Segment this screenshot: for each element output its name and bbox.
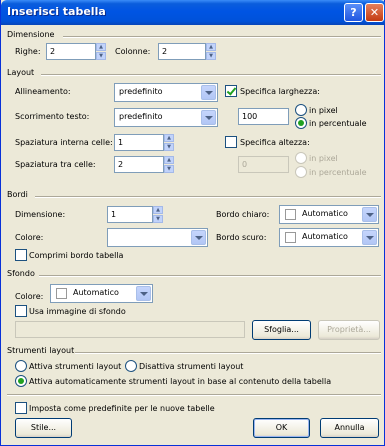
spaziatura-interna-spinner[interactable]: ▲ ▼ <box>164 134 174 151</box>
chevron-down-icon[interactable] <box>201 85 216 100</box>
bordo-scuro-select[interactable]: Automatico <box>279 228 379 247</box>
comprimi-bordo-checkbox[interactable] <box>15 249 27 261</box>
disattiva-strumenti-radio[interactable] <box>125 360 137 372</box>
specifica-larghezza-label: Specifica larghezza: <box>240 87 320 96</box>
bordi-dimensione-input[interactable]: 1 <box>107 206 153 223</box>
usa-immagine-label: Usa immagine di sfondo <box>29 307 126 316</box>
comprimi-bordo-label: Comprimi bordo tabella <box>29 251 124 260</box>
imposta-predefinite-checkbox[interactable] <box>15 402 27 414</box>
righe-label: Righe: <box>15 47 41 56</box>
color-swatch <box>56 288 67 299</box>
altezza-in-percentuale-radio[interactable] <box>295 166 307 178</box>
colonne-input[interactable]: 2 <box>158 43 206 60</box>
proprieta-button[interactable]: Proprietà... <box>318 320 380 340</box>
altezza-input[interactable]: 0 <box>238 156 289 173</box>
usa-immagine-checkbox[interactable] <box>15 305 27 317</box>
attiva-strumenti-label: Attiva strumenti layout <box>29 362 122 371</box>
ok-button[interactable]: OK <box>253 418 310 438</box>
bordo-chiaro-label: Bordo chiaro: <box>216 210 270 219</box>
divider <box>35 196 381 198</box>
bordi-colore-select[interactable] <box>107 228 208 247</box>
allineamento-label: Allineamento: <box>15 87 71 96</box>
divider <box>7 394 381 396</box>
section-sfondo-title: Sfondo <box>7 269 35 278</box>
section-layout-title: Layout <box>7 68 35 77</box>
bordi-dimensione-spinner[interactable]: ▲ ▼ <box>153 206 163 223</box>
larghezza-in-pixel-label: in pixel <box>309 106 338 115</box>
larghezza-in-percentuale-radio[interactable] <box>295 117 307 129</box>
altezza-in-percentuale-label: in percentuale <box>309 168 367 177</box>
section-bordi-title: Bordi <box>7 190 28 199</box>
help-button[interactable]: ? <box>344 3 363 22</box>
color-swatch <box>285 209 296 220</box>
righe-input[interactable]: 2 <box>46 43 96 60</box>
sfondo-colore-select[interactable]: Automatico <box>50 284 153 303</box>
attiva-strumenti-radio[interactable] <box>15 360 27 372</box>
chevron-down-icon[interactable] <box>136 286 151 301</box>
divider <box>75 352 381 354</box>
sfoglia-button[interactable]: Sfoglia... <box>252 320 311 340</box>
divider <box>63 36 381 38</box>
insert-table-dialog: Inserisci tabella ? ✕ Dimensione Righe: … <box>0 0 385 446</box>
scorrimento-select[interactable]: predefinito <box>114 108 218 127</box>
close-button[interactable]: ✕ <box>365 3 384 22</box>
spaziatura-interna-label: Spaziatura interna celle: <box>15 138 113 147</box>
divider <box>39 275 381 277</box>
section-strumenti-title: Strumenti layout <box>7 346 75 355</box>
chevron-down-icon[interactable] <box>201 110 216 125</box>
spaziatura-tra-label: Spaziatura tra celle: <box>15 160 96 169</box>
bordi-colore-label: Colore: <box>15 233 44 242</box>
larghezza-in-percentuale-label: in percentuale <box>309 119 367 128</box>
spaziatura-tra-input[interactable]: 2 <box>114 156 164 173</box>
spaziatura-tra-spinner[interactable]: ▲ ▼ <box>164 156 174 173</box>
larghezza-in-pixel-radio[interactable] <box>295 104 307 116</box>
attiva-auto-strumenti-radio[interactable] <box>15 375 27 387</box>
bordo-scuro-label: Bordo scuro: <box>216 233 267 242</box>
colonne-label: Colonne: <box>115 47 151 56</box>
disattiva-strumenti-label: Disattiva strumenti layout <box>139 362 244 371</box>
colonne-spinner[interactable]: ▲ ▼ <box>206 43 216 60</box>
specifica-altezza-checkbox[interactable] <box>225 136 237 148</box>
larghezza-input[interactable]: 100 <box>238 108 289 125</box>
divider <box>41 74 381 76</box>
stile-button[interactable]: Stile... <box>15 418 72 438</box>
specifica-larghezza-checkbox[interactable] <box>225 85 237 97</box>
bordo-chiaro-select[interactable]: Automatico <box>279 205 379 224</box>
bordi-dimensione-label: Dimensione: <box>15 210 66 219</box>
specifica-altezza-label: Specifica altezza: <box>240 138 310 147</box>
altezza-in-pixel-label: in pixel <box>309 154 338 163</box>
dialog-title: Inserisci tabella <box>7 5 106 18</box>
spaziatura-interna-input[interactable]: 1 <box>114 134 164 151</box>
altezza-in-pixel-radio[interactable] <box>295 152 307 164</box>
scorrimento-label: Scorrimento testo: <box>15 112 90 121</box>
chevron-down-icon[interactable] <box>362 207 377 222</box>
righe-spinner[interactable]: ▲ ▼ <box>96 43 106 60</box>
title-bar[interactable]: Inserisci tabella ? ✕ <box>1 0 385 25</box>
color-swatch <box>285 232 296 243</box>
allineamento-select[interactable]: predefinito <box>114 83 218 102</box>
chevron-down-icon[interactable] <box>191 230 206 245</box>
chevron-down-icon[interactable] <box>362 230 377 245</box>
annulla-button[interactable]: Annulla <box>320 418 379 438</box>
attiva-auto-strumenti-label: Attiva automaticamente strumenti layout … <box>29 377 332 386</box>
sfondo-colore-label: Colore: <box>15 292 44 301</box>
imposta-predefinite-label: Imposta come predefinite per le nuove ta… <box>29 404 215 413</box>
immagine-path-input[interactable] <box>15 321 245 338</box>
section-dimensione-title: Dimensione <box>7 30 55 39</box>
